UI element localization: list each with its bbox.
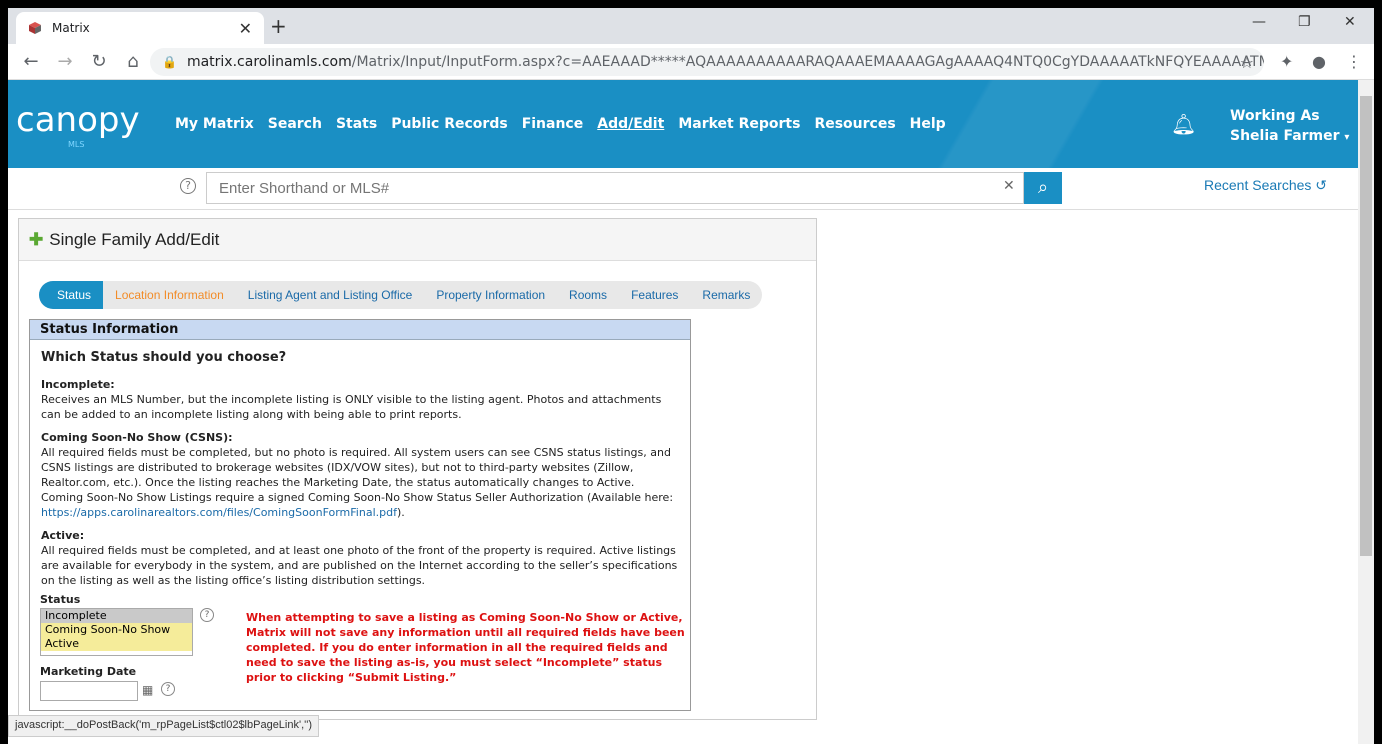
marketing-date-input[interactable] — [40, 681, 138, 701]
status-label: Status — [40, 593, 81, 606]
user-name: Shelia Farmer — [1230, 128, 1340, 144]
incomplete-text: Receives an MLS Number, but the incomple… — [41, 393, 662, 421]
status-option-active[interactable]: Active — [41, 637, 192, 651]
search-row: ? ✕ ⌕ Recent Searches ↺ — [8, 168, 1374, 210]
menu-kebab-icon[interactable]: ⋮ — [1346, 52, 1362, 71]
main-nav: My Matrix Search Stats Public Records Fi… — [175, 116, 946, 132]
status-help-icon[interactable]: ? — [200, 608, 214, 622]
tab-title: Matrix — [52, 21, 90, 35]
search-button[interactable]: ⌕ — [1024, 172, 1062, 204]
csns-text: All required fields must be completed, b… — [41, 446, 674, 504]
forward-icon[interactable]: → — [54, 51, 76, 72]
url-path: /Matrix/Input/InputForm.aspx?c=AAEAAAD**… — [351, 54, 1264, 70]
status-info-box: Status Information Which Status should y… — [29, 319, 691, 711]
active-title: Active: — [41, 529, 85, 542]
nav-my-matrix[interactable]: My Matrix — [175, 116, 254, 132]
browser-window: Matrix ✕ + — ❐ ✕ ← → ↻ ⌂ 🔒 matrix.caroli… — [8, 8, 1374, 744]
status-info-header: Status Information — [30, 320, 690, 340]
nav-public-records[interactable]: Public Records — [391, 116, 507, 132]
recent-searches-link[interactable]: Recent Searches ↺ — [1204, 177, 1327, 194]
panel-title-text: Single Family Add/Edit — [49, 230, 220, 249]
csns-title: Coming Soon-No Show (CSNS): — [41, 431, 233, 444]
restore-icon[interactable]: ❐ — [1298, 14, 1311, 30]
plus-icon[interactable]: ✚ — [29, 230, 43, 249]
step-listing-agent[interactable]: Listing Agent and Listing Office — [236, 281, 425, 309]
matrix-favicon-icon — [29, 22, 41, 34]
clear-search-icon[interactable]: ✕ — [1003, 178, 1015, 194]
nav-search[interactable]: Search — [268, 116, 322, 132]
nav-add-edit[interactable]: Add/Edit — [597, 116, 664, 132]
nav-resources[interactable]: Resources — [814, 116, 895, 132]
minimize-icon[interactable]: — — [1252, 14, 1266, 30]
search-icon: ⌕ — [1037, 177, 1049, 198]
csns-after: ). — [396, 506, 405, 519]
status-option-incomplete[interactable]: Incomplete — [41, 609, 192, 623]
incomplete-title: Incomplete: — [41, 378, 115, 391]
step-property-info[interactable]: Property Information — [424, 281, 557, 309]
nav-help[interactable]: Help — [910, 116, 946, 132]
reload-icon[interactable]: ↻ — [88, 51, 110, 72]
shorthand-search-input[interactable] — [206, 172, 1024, 204]
site-header: canopy MLS My Matrix Search Stats Public … — [8, 80, 1374, 168]
marketing-date-help-icon[interactable]: ? — [161, 682, 175, 696]
new-tab-icon[interactable]: + — [270, 14, 287, 38]
status-heading: Which Status should you choose? — [41, 350, 287, 365]
nav-finance[interactable]: Finance — [522, 116, 584, 132]
profile-icon[interactable]: ● — [1312, 52, 1326, 71]
bell-icon[interactable]: 🔔︎ — [1171, 112, 1196, 136]
url-field[interactable]: 🔒 matrix.carolinamls.com/Matrix/Input/In… — [150, 48, 1264, 76]
address-bar-row: ← → ↻ ⌂ 🔒 matrix.carolinamls.com/Matrix/… — [8, 44, 1374, 80]
active-text: All required fields must be completed, a… — [41, 544, 678, 587]
recent-searches-label: Recent Searches — [1204, 177, 1312, 193]
lock-icon: 🔒 — [162, 55, 177, 69]
logo-sub: MLS — [68, 140, 85, 149]
status-info-body: Which Status should you choose? Incomple… — [30, 340, 690, 604]
csns-form-link[interactable]: https://apps.carolinarealtors.com/files/… — [41, 506, 397, 519]
nav-market-reports[interactable]: Market Reports — [678, 116, 800, 132]
working-as-label: Working As — [1230, 108, 1320, 124]
back-icon[interactable]: ← — [20, 51, 42, 72]
url-host: matrix.carolinamls.com — [186, 54, 352, 70]
caret-down-icon: ▾ — [1344, 132, 1350, 143]
help-icon[interactable]: ? — [180, 178, 196, 194]
step-features[interactable]: Features — [619, 281, 690, 309]
step-location[interactable]: Location Information — [103, 281, 236, 309]
browser-status-bar: javascript:__doPostBack('m_rpPageList$ct… — [8, 715, 320, 737]
canopy-logo[interactable]: canopy MLS — [16, 100, 140, 149]
step-rooms[interactable]: Rooms — [557, 281, 619, 309]
panel-title: ✚ Single Family Add/Edit — [19, 219, 816, 261]
window-close-icon[interactable]: ✕ — [1344, 14, 1356, 30]
history-icon: ↺ — [1315, 177, 1328, 193]
home-icon[interactable]: ⌂ — [122, 51, 144, 72]
scrollbar-thumb[interactable] — [1360, 96, 1372, 556]
csns-paragraph: All required fields must be completed, b… — [41, 445, 679, 520]
step-tabs: Status Location Information Listing Agen… — [39, 281, 763, 309]
save-warning: When attempting to save a listing as Com… — [246, 611, 685, 684]
add-edit-panel: ✚ Single Family Add/Edit Status Location … — [18, 218, 817, 720]
step-status[interactable]: Status — [39, 281, 104, 309]
nav-stats[interactable]: Stats — [336, 116, 377, 132]
marketing-date-label: Marketing Date — [40, 665, 137, 678]
step-remarks[interactable]: Remarks — [690, 281, 762, 309]
calendar-icon[interactable]: ▦ — [142, 683, 153, 697]
working-as[interactable]: Working As Shelia Farmer ▾ — [1230, 106, 1349, 148]
status-listbox[interactable]: Incomplete Coming Soon-No Show Active — [40, 608, 193, 656]
bookmark-star-icon[interactable]: ☆ — [1240, 53, 1254, 72]
tab-bar: Matrix ✕ + — ❐ ✕ — [8, 8, 1374, 44]
extensions-icon[interactable]: ✦ — [1280, 52, 1293, 71]
tab-close-icon[interactable]: ✕ — [239, 19, 252, 38]
logo-text: canopy — [16, 100, 140, 140]
browser-tab[interactable]: Matrix ✕ — [16, 12, 264, 44]
status-option-csns[interactable]: Coming Soon-No Show — [41, 623, 192, 637]
